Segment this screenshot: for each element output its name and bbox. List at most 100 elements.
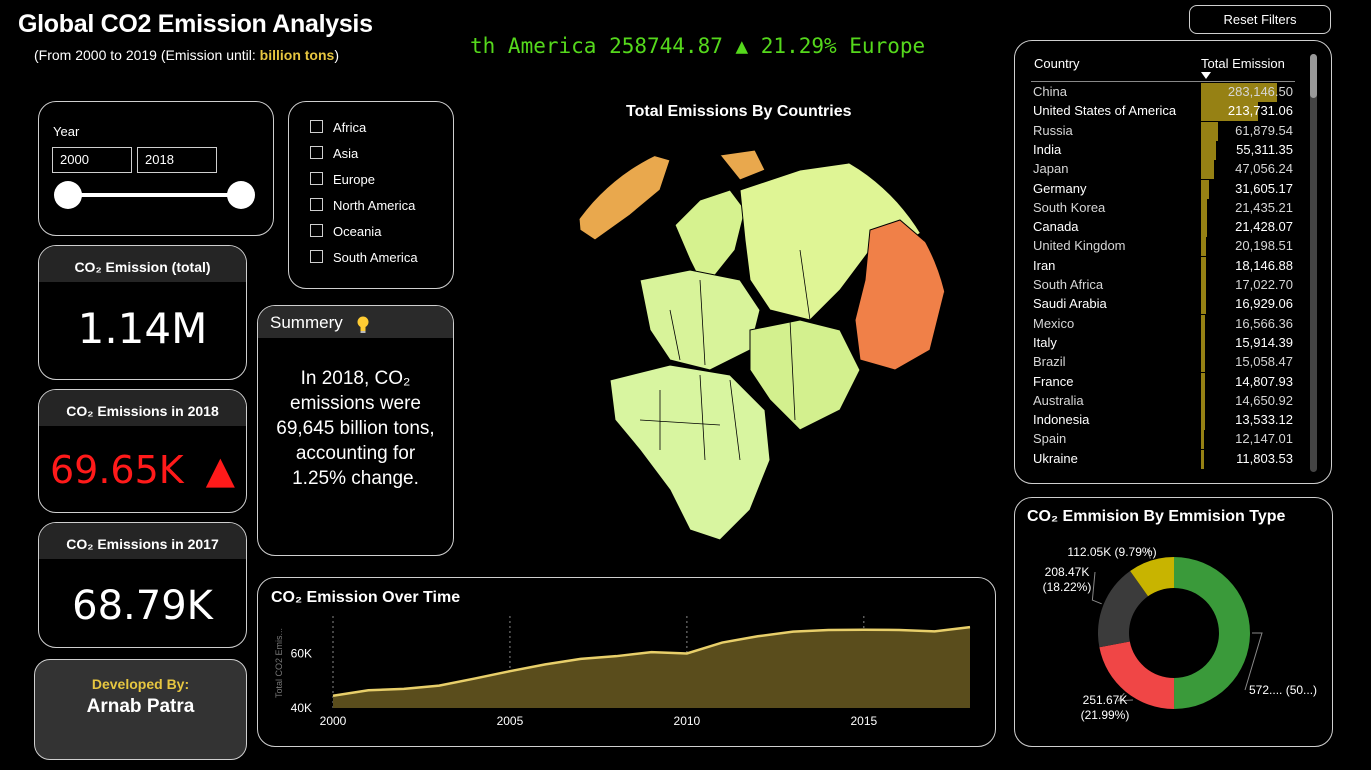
country-name: Saudi Arabia xyxy=(1033,296,1107,312)
table-scrollbar-thumb[interactable] xyxy=(1310,54,1317,98)
country-emission-value: 15,058.47 xyxy=(1235,354,1293,370)
kpi-2018-card: CO₂ Emissions in 2018 69.65K ▲ xyxy=(38,389,247,513)
emission-databar xyxy=(1201,295,1206,315)
table-row[interactable]: Italy 15,914.39 xyxy=(1033,333,1293,353)
developer-name: Arnab Patra xyxy=(86,696,195,717)
donut-slice-label: 572.... (50...) xyxy=(1249,683,1317,697)
emission-databar xyxy=(1201,314,1206,334)
map-region-svalbard[interactable] xyxy=(719,149,766,181)
country-name: United Kingdom xyxy=(1033,238,1126,254)
map-region-china[interactable] xyxy=(854,219,946,371)
country-emission-value: 21,435.21 xyxy=(1235,199,1293,215)
donut-chart[interactable]: 572.... (50...) 251.67K (21.99%) 208.47K (18… xyxy=(1015,498,1334,748)
kpi-2017-value: 68.79K xyxy=(72,583,213,629)
country-name: Indonesia xyxy=(1033,412,1090,428)
table-row[interactable]: Mexico 16,566.36 xyxy=(1033,314,1293,334)
developer-card: Developed By: Arnab Patra xyxy=(34,659,247,760)
map-region-greenland[interactable] xyxy=(574,149,671,241)
x-tick-label: 2005 xyxy=(497,714,524,728)
region-option-europe[interactable]: Europe xyxy=(310,172,375,187)
area-chart[interactable]: 2000 2005 2010 2015 40K 60K Total CO2 Emis... xyxy=(258,578,997,748)
x-tick-label: 2000 xyxy=(320,714,347,728)
checkbox-icon[interactable] xyxy=(310,224,323,237)
table-row[interactable]: Brazil 15,058.47 xyxy=(1033,353,1293,373)
region-option-south-america[interactable]: South America xyxy=(310,250,418,265)
region-option-oceania[interactable]: Oceania xyxy=(310,224,381,239)
country-emission-value: 17,022.70 xyxy=(1235,277,1293,292)
year-slider-start-handle[interactable] xyxy=(54,181,82,209)
year-slider-end-handle[interactable] xyxy=(227,181,255,209)
donut-slice-label: 112.05K (9.79%) xyxy=(1067,545,1156,559)
region-option-north-america[interactable]: North America xyxy=(310,198,415,213)
country-emission-value: 14,650.92 xyxy=(1235,392,1293,408)
table-row[interactable]: Saudi Arabia 16,929.06 xyxy=(1033,295,1293,315)
table-row[interactable]: United Kingdom 20,198.51 xyxy=(1033,237,1293,257)
country-name: Russia xyxy=(1033,122,1073,138)
table-row[interactable]: China 283,146.50 xyxy=(1033,83,1293,102)
y-tick-label: 40K xyxy=(291,701,312,715)
table-row[interactable]: Canada 21,428.07 xyxy=(1033,218,1293,238)
col-header-country[interactable]: Country xyxy=(1034,56,1080,71)
reset-filters-button[interactable]: Reset Filters xyxy=(1189,5,1331,34)
emission-databar xyxy=(1201,372,1205,392)
year-to-input[interactable]: 2018 xyxy=(137,147,217,173)
emission-databar xyxy=(1201,218,1207,238)
trend-up-icon: ▲ xyxy=(205,448,236,492)
table-row[interactable]: Germany 31,605.17 xyxy=(1033,179,1293,199)
emission-databar xyxy=(1201,333,1206,353)
table-row[interactable]: Spain 12,147.01 xyxy=(1033,430,1293,450)
country-name: Italy xyxy=(1033,334,1057,350)
checkbox-icon[interactable] xyxy=(310,146,323,159)
donut-slice-label: 251.67K (21.99%) xyxy=(1081,693,1130,722)
emission-databar xyxy=(1201,391,1205,411)
table-row[interactable]: Ukraine 11,803.53 xyxy=(1033,449,1293,469)
sort-desc-icon[interactable] xyxy=(1201,72,1211,79)
world-map-globe[interactable] xyxy=(540,130,950,550)
country-name: Ukraine xyxy=(1033,450,1078,466)
table-row[interactable]: France 14,807.93 xyxy=(1033,372,1293,392)
year-slider-track[interactable] xyxy=(68,193,241,197)
summary-text: In 2018, CO₂ emissions were 69,645 billi… xyxy=(276,368,435,489)
col-header-total-emission[interactable]: Total Emission xyxy=(1201,56,1285,71)
emission-databar xyxy=(1201,276,1206,295)
country-name: Mexico xyxy=(1033,315,1075,331)
table-row[interactable]: Iran 18,146.88 xyxy=(1033,256,1293,276)
kpi-total-card: CO₂ Emission (total) 1.14M xyxy=(38,245,247,380)
checkbox-icon[interactable] xyxy=(310,198,323,211)
region-option-africa[interactable]: Africa xyxy=(310,120,366,135)
checkbox-icon[interactable] xyxy=(310,120,323,133)
country-name: Iran xyxy=(1033,257,1056,273)
emission-databar xyxy=(1201,449,1205,469)
map-region-middle-east[interactable] xyxy=(749,319,861,431)
map-title: Total Emissions By Countries xyxy=(626,103,852,120)
table-row[interactable]: India 55,311.35 xyxy=(1033,140,1293,160)
table-row[interactable]: South Africa 17,022.70 xyxy=(1033,276,1293,295)
donut-slice[interactable] xyxy=(1174,557,1250,709)
kpi-2018-value-row: 69.65K ▲ xyxy=(39,448,246,492)
table-row[interactable]: Australia 14,650.92 xyxy=(1033,391,1293,411)
unit-highlight: billion tons xyxy=(259,47,335,63)
table-row[interactable]: Japan 47,056.24 xyxy=(1033,160,1293,180)
country-name: South Korea xyxy=(1033,199,1106,215)
country-emission-value: 21,428.07 xyxy=(1235,219,1293,235)
emission-databar xyxy=(1201,237,1207,257)
kpi-total-value: 1.14M xyxy=(77,304,208,353)
country-name: South Africa xyxy=(1033,277,1104,292)
table-row[interactable]: Indonesia 13,533.12 xyxy=(1033,411,1293,431)
country-name: Japan xyxy=(1033,161,1069,177)
checkbox-icon[interactable] xyxy=(310,172,323,185)
area-fill xyxy=(333,627,970,708)
table-row[interactable]: United States of America 213,731.06 xyxy=(1033,102,1293,122)
table-scrollbar-track[interactable] xyxy=(1310,54,1317,472)
map-region-africa[interactable] xyxy=(609,364,771,541)
table-row[interactable]: Russia 61,879.54 xyxy=(1033,121,1293,141)
checkbox-icon[interactable] xyxy=(310,250,323,263)
country-name: Australia xyxy=(1033,392,1084,408)
map-region-scandinavia[interactable] xyxy=(674,189,746,281)
year-from-input[interactable]: 2000 xyxy=(52,147,132,173)
year-label: Year xyxy=(53,124,80,139)
emission-type-card: CO₂ Emmision By Emmision Type 572.... (5… xyxy=(1014,497,1333,747)
table-row[interactable]: South Korea 21,435.21 xyxy=(1033,198,1293,218)
emission-databar xyxy=(1201,121,1218,141)
region-option-asia[interactable]: Asia xyxy=(310,146,358,161)
